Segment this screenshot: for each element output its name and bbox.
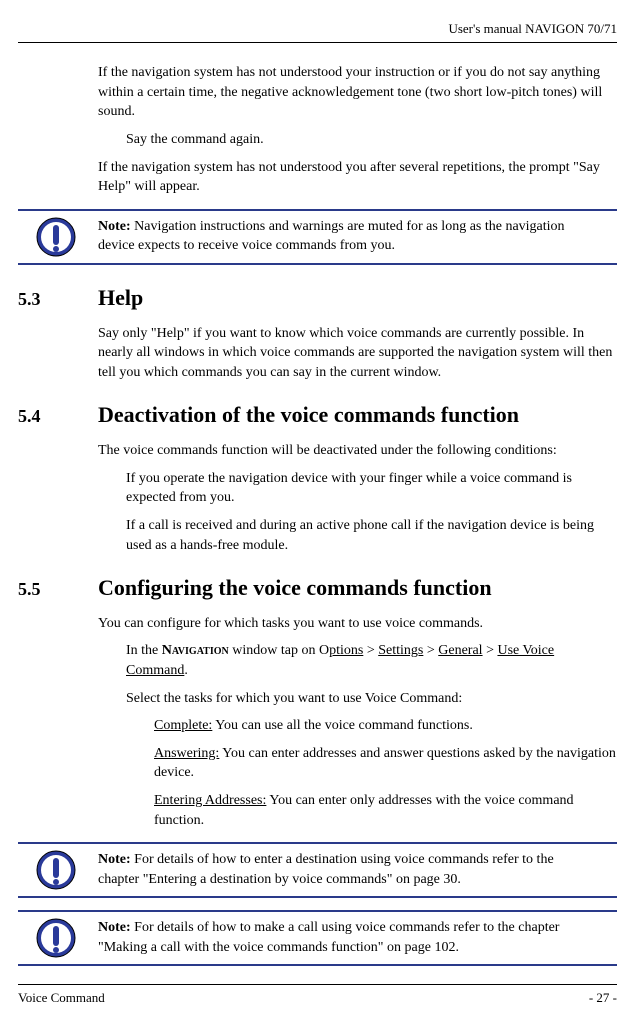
- note1-body: Navigation instructions and warnings are…: [98, 219, 565, 254]
- intro-p3: If the navigation system has not underst…: [98, 158, 617, 197]
- section-55-p3: Select the tasks for which you want to u…: [126, 689, 617, 709]
- section-55-opt2: Answering: You can enter addresses and a…: [154, 744, 617, 783]
- note-box-2: Note: For details of how to enter a dest…: [18, 842, 617, 898]
- intro-p2: Say the command again.: [126, 130, 617, 150]
- footer-right: - 27 -: [589, 989, 617, 1007]
- s55-gt2: >: [423, 643, 438, 658]
- s55-gt3: >: [483, 643, 498, 658]
- section-55-p2: In the Navigation window tap on Options …: [126, 641, 617, 680]
- opt3-label: Entering Addresses:: [154, 793, 266, 808]
- section-55-opt1: Complete: You can use all the voice comm…: [154, 716, 617, 736]
- header-title: User's manual NAVIGON 70/71: [448, 21, 617, 36]
- s55-settings: Settings: [378, 643, 423, 658]
- note3-body: For details of how to make a call using …: [98, 920, 559, 955]
- page-footer: Voice Command - 27 -: [18, 984, 617, 1007]
- intro-p1: If the navigation system has not underst…: [98, 63, 617, 122]
- s55-general: General: [438, 643, 482, 658]
- note-text-1: Note: Navigation instructions and warnin…: [98, 217, 617, 256]
- section-54-p2: If you operate the navigation device wit…: [126, 469, 617, 508]
- opt2-label: Answering:: [154, 746, 219, 761]
- s55-p2a: In the: [126, 643, 162, 658]
- section-54-body: The voice commands function will be deac…: [98, 441, 617, 555]
- section-55-opt3: Entering Addresses: You can enter only a…: [154, 791, 617, 830]
- section-54-num: 5.4: [18, 404, 98, 429]
- footer-left: Voice Command: [18, 989, 105, 1007]
- s55-options: ptions: [329, 643, 363, 658]
- note3-label: Note:: [98, 920, 131, 935]
- section-54-p1: The voice commands function will be deac…: [98, 441, 617, 461]
- note-text-3: Note: For details of how to make a call …: [98, 918, 617, 957]
- section-53-title: Help: [98, 283, 143, 314]
- opt1-label: Complete:: [154, 718, 212, 733]
- section-55-num: 5.5: [18, 577, 98, 602]
- section-53-body: Say only "Help" if you want to know whic…: [98, 324, 617, 383]
- page-header: User's manual NAVIGON 70/71: [18, 20, 617, 43]
- section-55-header: 5.5 Configuring the voice commands funct…: [18, 573, 617, 604]
- note-box-1: Note: Navigation instructions and warnin…: [18, 209, 617, 265]
- s55-dot: .: [184, 663, 188, 678]
- opt2-text: You can enter addresses and answer quest…: [154, 746, 616, 781]
- note2-label: Note:: [98, 852, 131, 867]
- s55-gt1: >: [363, 643, 378, 658]
- note-text-2: Note: For details of how to enter a dest…: [98, 850, 617, 889]
- section-55-title: Configuring the voice commands function: [98, 573, 492, 604]
- section-53-num: 5.3: [18, 287, 98, 312]
- s55-p2b: window tap on O: [229, 643, 329, 658]
- note-box-3: Note: For details of how to make a call …: [18, 910, 617, 966]
- info-icon: [36, 918, 76, 958]
- note2-body: For details of how to enter a destinatio…: [98, 852, 554, 887]
- opt1-text: You can use all the voice command functi…: [212, 718, 473, 733]
- section-54-header: 5.4 Deactivation of the voice commands f…: [18, 400, 617, 431]
- section-54-title: Deactivation of the voice commands funct…: [98, 400, 519, 431]
- intro-block: If the navigation system has not underst…: [98, 63, 617, 197]
- info-icon: [36, 850, 76, 890]
- info-icon: [36, 217, 76, 257]
- note1-label: Note:: [98, 219, 131, 234]
- section-55-p1: You can configure for which tasks you wa…: [98, 614, 617, 634]
- s55-nav: Navigation: [162, 643, 229, 658]
- section-53-p1: Say only "Help" if you want to know whic…: [98, 324, 617, 383]
- section-53-header: 5.3 Help: [18, 283, 617, 314]
- section-55-body: You can configure for which tasks you wa…: [98, 614, 617, 830]
- section-54-p3: If a call is received and during an acti…: [126, 516, 617, 555]
